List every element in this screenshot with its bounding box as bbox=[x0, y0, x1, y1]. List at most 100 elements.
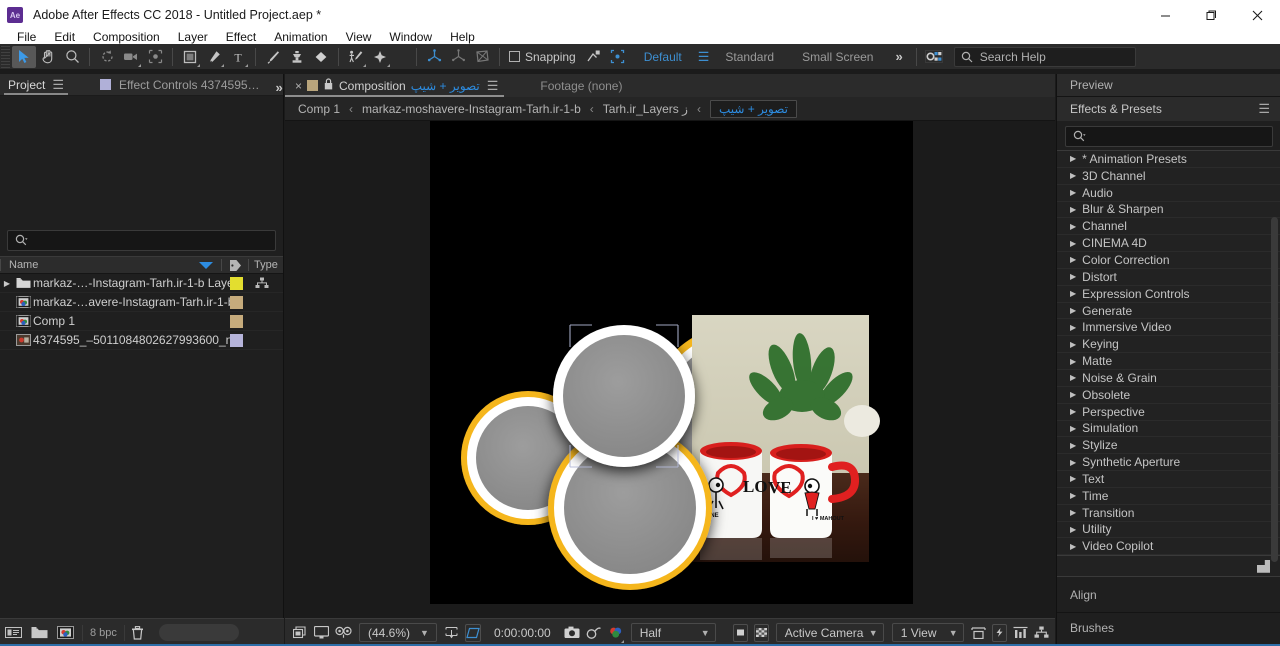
expand-arrow-icon[interactable]: ▶ bbox=[1070, 306, 1076, 315]
composition-stage[interactable]: LO ANE VE I ♥ MAHOUT bbox=[430, 121, 913, 604]
list-item[interactable]: ▶ Distort bbox=[1057, 269, 1280, 286]
workspace-default[interactable]: Default bbox=[630, 50, 696, 64]
view-axis-mode-icon[interactable] bbox=[470, 46, 494, 68]
list-item[interactable]: ▶ Time bbox=[1057, 488, 1280, 505]
rotation-tool[interactable] bbox=[95, 46, 119, 68]
local-axis-mode-icon[interactable] bbox=[422, 46, 446, 68]
snap-bounding-box-icon[interactable] bbox=[606, 46, 630, 68]
effects-search-field[interactable] bbox=[1065, 126, 1273, 147]
expand-arrow-icon[interactable]: ▶ bbox=[1070, 289, 1076, 298]
align-panel-header[interactable]: Align bbox=[1057, 577, 1280, 614]
list-item[interactable]: ▶ Noise & Grain bbox=[1057, 370, 1280, 387]
expand-arrow-icon[interactable]: ▶ bbox=[1070, 424, 1076, 433]
label-color-swatch[interactable] bbox=[230, 314, 243, 328]
column-header-type[interactable]: Type bbox=[249, 259, 283, 271]
brushes-panel-header[interactable]: Brushes bbox=[1057, 613, 1280, 644]
new-folder-icon[interactable] bbox=[26, 622, 52, 644]
shape-tool[interactable] bbox=[178, 46, 202, 68]
eraser-tool[interactable] bbox=[309, 46, 333, 68]
list-item[interactable]: ▶ markaz-…-Instagram-Tarh.ir-1-b Layers bbox=[0, 274, 283, 293]
expand-arrow-icon[interactable]: ▶ bbox=[1070, 272, 1076, 281]
list-item[interactable]: ▶ 3D Channel bbox=[1057, 168, 1280, 185]
menu-composition[interactable]: Composition bbox=[84, 30, 169, 44]
brush-tool[interactable] bbox=[261, 46, 285, 68]
workspace-overflow-button[interactable]: » bbox=[887, 49, 910, 64]
views-select[interactable]: 1 View ▼ bbox=[891, 623, 964, 642]
effects-presets-header[interactable]: Effects & Presets ☰ bbox=[1057, 97, 1280, 121]
expand-arrow-icon[interactable]: ▶ bbox=[1070, 340, 1076, 349]
list-item[interactable]: ▶ Synthetic Aperture bbox=[1057, 454, 1280, 472]
list-item[interactable]: ▶ Simulation bbox=[1057, 421, 1280, 438]
type-tool[interactable]: T bbox=[226, 46, 250, 68]
snap-vertex-icon[interactable] bbox=[582, 46, 606, 68]
choose-grid-icon[interactable] bbox=[444, 622, 459, 644]
list-item[interactable]: ▶ Obsolete bbox=[1057, 387, 1280, 404]
list-item[interactable]: ▶ Color Correction bbox=[1057, 252, 1280, 269]
main-viewer-icon[interactable] bbox=[314, 622, 329, 644]
snapping-checkbox[interactable] bbox=[509, 51, 520, 62]
menu-effect[interactable]: Effect bbox=[217, 30, 265, 44]
expand-arrow-icon[interactable]: ▶ bbox=[1070, 255, 1076, 264]
toggle-viewer-icon[interactable] bbox=[335, 622, 352, 644]
camera-view-select[interactable]: Active Camera ▼ bbox=[775, 623, 884, 642]
color-depth-button[interactable]: 8 bpc bbox=[82, 624, 125, 641]
delete-icon[interactable] bbox=[125, 622, 151, 644]
workspace-standard[interactable]: Standard bbox=[711, 50, 788, 64]
list-item[interactable]: ▶ Utility bbox=[1057, 522, 1280, 539]
menu-help[interactable]: Help bbox=[441, 30, 484, 44]
composition-viewer[interactable]: LO ANE VE I ♥ MAHOUT bbox=[285, 121, 1055, 618]
expand-arrow-icon[interactable]: ▶ bbox=[1070, 222, 1076, 231]
minimize-button[interactable] bbox=[1142, 0, 1188, 30]
label-color-swatch[interactable] bbox=[230, 333, 243, 347]
expand-arrow-icon[interactable]: ▶ bbox=[1070, 407, 1076, 416]
expand-arrow-icon[interactable]: ▶ bbox=[1070, 171, 1076, 180]
world-axis-mode-icon[interactable] bbox=[446, 46, 470, 68]
list-item[interactable]: ▶ Perspective bbox=[1057, 404, 1280, 421]
menu-layer[interactable]: Layer bbox=[169, 30, 217, 44]
tab-effect-controls[interactable]: Effect Controls 4374595… bbox=[92, 74, 268, 95]
comp-flowchart-icon[interactable] bbox=[1034, 622, 1049, 644]
menu-edit[interactable]: Edit bbox=[45, 30, 84, 44]
effects-presets-menu-icon[interactable]: ☰ bbox=[1258, 101, 1270, 117]
pen-tool[interactable] bbox=[202, 46, 226, 68]
snapping-toggle[interactable]: Snapping bbox=[505, 50, 576, 64]
workspace-small-screen[interactable]: Small Screen bbox=[788, 50, 887, 64]
preview-panel-header[interactable]: Preview bbox=[1057, 74, 1280, 97]
list-item[interactable]: ▶ Stylize bbox=[1057, 437, 1280, 455]
column-header-name[interactable]: Name bbox=[1, 259, 199, 271]
menu-window[interactable]: Window bbox=[380, 30, 441, 44]
resolution-select[interactable]: Half ▼ bbox=[630, 623, 716, 642]
expand-arrow-icon[interactable]: ▶ bbox=[1070, 205, 1076, 214]
expand-arrow-icon[interactable]: ▶ bbox=[1070, 508, 1076, 517]
tab-footage[interactable]: Footage (none) bbox=[540, 79, 622, 93]
column-header-tag[interactable] bbox=[222, 259, 248, 272]
effects-list-scrollbar[interactable] bbox=[1271, 217, 1278, 562]
expand-arrow-icon[interactable]: ▶ bbox=[1070, 441, 1076, 450]
new-composition-icon[interactable] bbox=[52, 622, 78, 644]
menu-file[interactable]: File bbox=[8, 30, 45, 44]
expand-arrow-icon[interactable]: ▶ bbox=[1070, 154, 1076, 163]
close-button[interactable] bbox=[1234, 0, 1280, 30]
lock-icon[interactable] bbox=[324, 78, 333, 93]
workspace-settings-icon[interactable] bbox=[922, 46, 946, 68]
expand-arrow-icon[interactable]: ▶ bbox=[1070, 542, 1076, 551]
zoom-tool[interactable] bbox=[60, 46, 84, 68]
expand-arrow-icon[interactable]: ▶ bbox=[1070, 525, 1076, 534]
list-item[interactable]: ▶ Blur & Sharpen bbox=[1057, 202, 1280, 219]
toggle-alpha-icon[interactable] bbox=[732, 623, 748, 642]
camera-tool[interactable] bbox=[119, 46, 143, 68]
label-color-swatch[interactable] bbox=[230, 276, 243, 290]
tab-project[interactable]: Project ☰ bbox=[0, 74, 72, 95]
list-item[interactable]: markaz-…avere-Instagram-Tarh.ir-1-b bbox=[0, 293, 283, 312]
list-item[interactable]: ▶ * Animation Presets bbox=[1057, 151, 1280, 168]
always-preview-icon[interactable] bbox=[293, 622, 308, 644]
take-snapshot-icon[interactable] bbox=[564, 622, 580, 644]
toolbar-grip[interactable] bbox=[1, 45, 10, 68]
expand-arrow-icon[interactable]: ▶ bbox=[1070, 390, 1076, 399]
composition-panel-menu-icon[interactable]: ☰ bbox=[487, 78, 499, 94]
expand-arrow-icon[interactable]: ▶ bbox=[1070, 357, 1076, 366]
show-snapshot-icon[interactable] bbox=[586, 622, 602, 644]
roto-brush-tool[interactable] bbox=[344, 46, 368, 68]
menu-view[interactable]: View bbox=[337, 30, 381, 44]
expand-arrow-icon[interactable]: ▶ bbox=[0, 279, 14, 288]
